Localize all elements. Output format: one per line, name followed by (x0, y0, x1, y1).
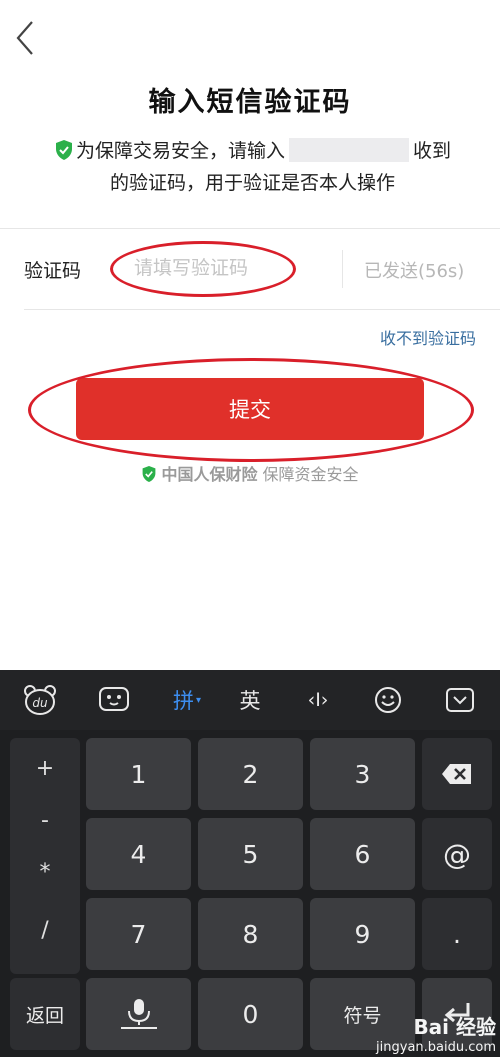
notice-suffix: 收到 (413, 140, 452, 162)
key-1[interactable]: 1 (86, 738, 191, 810)
chevron-left-icon (16, 21, 33, 55)
key-4[interactable]: 4 (86, 818, 191, 890)
watermark-url: jingyan.baidu.com (376, 1040, 496, 1055)
voice-key[interactable] (86, 978, 191, 1050)
verification-page: 输入短信验证码 为保障交易安全，请输入 收到 的验证码，用于验证是否本人操作 验证… (0, 0, 500, 670)
smiley-icon[interactable] (368, 682, 408, 718)
code-input[interactable] (118, 248, 293, 288)
watermark-main: Bai 经验 (413, 1015, 496, 1039)
no-code-link[interactable]: 收不到验证码 (380, 325, 476, 349)
divider (24, 309, 500, 310)
shield-check-icon (141, 465, 157, 483)
divider (0, 228, 500, 229)
key-3[interactable]: 3 (310, 738, 415, 810)
dot-key[interactable]: . (422, 898, 492, 970)
notice-prefix: 为保障交易安全，请输入 (75, 140, 285, 162)
caret-down-icon: ▾ (195, 694, 202, 706)
microphone-icon (120, 999, 157, 1029)
shield-check-icon (54, 139, 74, 161)
security-text: 保障资金安全 (262, 465, 359, 484)
hide-keyboard-icon[interactable] (440, 682, 480, 718)
divider (342, 250, 343, 288)
key-2[interactable]: 2 (198, 738, 303, 810)
back-button[interactable] (8, 16, 44, 56)
key-0[interactable]: 0 (198, 978, 303, 1050)
key-5[interactable]: 5 (198, 818, 303, 890)
pinyin-label: 拼 (172, 689, 194, 713)
backspace-icon (442, 764, 471, 784)
english-mode-button[interactable]: 英 (228, 682, 272, 718)
svg-text:du: du (32, 696, 48, 710)
backspace-key[interactable] (422, 738, 492, 810)
key-6[interactable]: 6 (310, 818, 415, 890)
key-7[interactable]: 7 (86, 898, 191, 970)
keyboard-toolbar: du 拼 ▾ 英 ‹I› (0, 670, 500, 730)
baidu-jingyan-watermark: Bai 经验 jingyan.baidu.com (376, 1011, 496, 1055)
soft-keyboard: du 拼 ▾ 英 ‹I› + - * / 1 2 3 4 5 6 @ 7 8 9… (0, 670, 500, 1057)
key-9[interactable]: 9 (310, 898, 415, 970)
submit-button[interactable]: 提交 (76, 378, 424, 440)
plus-key[interactable]: + (10, 742, 80, 794)
minus-key[interactable]: - (10, 794, 80, 846)
pinyin-mode-button[interactable]: 拼 ▾ (162, 682, 212, 718)
return-key[interactable]: 返回 (10, 978, 80, 1050)
security-badge: 中国人保财险 保障资金安全 (0, 461, 500, 485)
notice-line2: 的验证码，用于验证是否本人操作 (109, 172, 395, 194)
resend-countdown: 已发送(56s) (364, 261, 465, 282)
symbol-column: + - * / (10, 738, 80, 974)
key-8[interactable]: 8 (198, 898, 303, 970)
code-label: 验证码 (24, 260, 82, 282)
du-logo-icon[interactable]: du (20, 682, 60, 718)
at-key[interactable]: @ (422, 818, 492, 890)
masked-phone-number (289, 138, 409, 162)
cursor-move-button[interactable]: ‹I› (296, 682, 340, 718)
insurer-name: 中国人保财险 (161, 465, 258, 484)
asterisk-key[interactable]: * (10, 846, 80, 898)
security-notice: 为保障交易安全，请输入 收到 的验证码，用于验证是否本人操作 (40, 135, 465, 199)
page-title: 输入短信验证码 (148, 87, 352, 118)
slash-key[interactable]: / (10, 904, 80, 956)
emoji-face-icon[interactable] (94, 682, 134, 718)
